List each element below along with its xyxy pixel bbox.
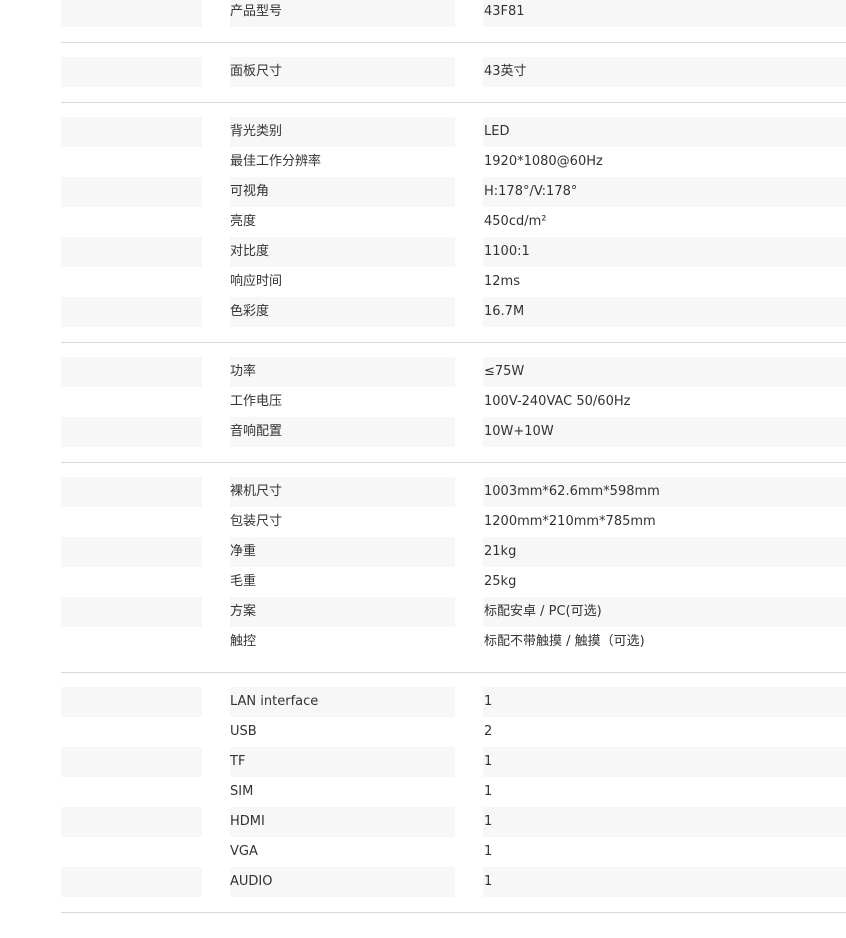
spec-value: 1 xyxy=(484,814,493,829)
row-stripe xyxy=(483,0,846,27)
row-stripe xyxy=(483,747,846,777)
spec-value: 43英寸 xyxy=(484,64,527,79)
row-stripe xyxy=(483,117,846,147)
spec-name: VGA xyxy=(230,844,258,859)
spec-name: 色彩度 xyxy=(230,304,270,319)
group-divider xyxy=(61,672,846,673)
spec-value: 43F81 xyxy=(484,4,525,19)
row-stripe xyxy=(230,597,455,627)
row-stripe xyxy=(61,747,202,777)
row-stripe xyxy=(230,537,455,567)
spec-value: 450cd/m² xyxy=(484,214,547,229)
row-stripe xyxy=(483,807,846,837)
group-divider xyxy=(61,102,846,103)
row-stripe xyxy=(483,357,846,387)
spec-value: 1 xyxy=(484,874,493,889)
spec-value: LED xyxy=(484,124,510,139)
row-stripe xyxy=(61,237,202,267)
row-stripe xyxy=(483,687,846,717)
spec-name: 对比度 xyxy=(230,244,270,259)
row-stripe xyxy=(483,867,846,897)
spec-name: HDMI xyxy=(230,814,265,829)
row-stripe xyxy=(61,177,202,207)
spec-value: 1 xyxy=(484,844,493,859)
spec-name: 触控 xyxy=(230,634,257,649)
row-stripe xyxy=(61,807,202,837)
spec-value: 1200mm*210mm*785mm xyxy=(484,514,656,529)
row-stripe xyxy=(483,537,846,567)
row-stripe xyxy=(483,237,846,267)
row-stripe xyxy=(61,597,202,627)
spec-name: 裸机尺寸 xyxy=(230,484,283,499)
row-stripe xyxy=(61,117,202,147)
spec-name: LAN interface xyxy=(230,694,319,709)
row-stripe xyxy=(61,57,202,87)
spec-name: 音响配置 xyxy=(230,424,283,439)
spec-name: SIM xyxy=(230,784,254,799)
row-stripe xyxy=(61,357,202,387)
row-stripe xyxy=(61,0,202,27)
row-stripe xyxy=(61,867,202,897)
row-stripe xyxy=(230,747,455,777)
spec-value: 12ms xyxy=(484,274,520,289)
group-divider xyxy=(61,42,846,43)
spec-value: 21kg xyxy=(484,544,517,559)
group-divider xyxy=(61,342,846,343)
row-stripe xyxy=(483,57,846,87)
spec-name: 面板尺寸 xyxy=(230,64,283,79)
spec-value: 1 xyxy=(484,784,493,799)
spec-name: 毛重 xyxy=(230,574,257,589)
spec-name: 工作电压 xyxy=(230,394,283,409)
row-stripe xyxy=(61,417,202,447)
spec-value: H:178°/V:178° xyxy=(484,184,578,199)
spec-name: 产品型号 xyxy=(230,4,283,19)
spec-name: 方案 xyxy=(230,604,257,619)
row-stripe xyxy=(61,537,202,567)
spec-name: 背光类别 xyxy=(230,124,283,139)
spec-value: 1100:1 xyxy=(484,244,530,259)
spec-value: 1003mm*62.6mm*598mm xyxy=(484,484,660,499)
spec-name: AUDIO xyxy=(230,874,273,889)
spec-name: 净重 xyxy=(230,544,257,559)
row-stripe xyxy=(61,687,202,717)
spec-value: 16.7M xyxy=(484,304,525,319)
group-divider xyxy=(61,462,846,463)
spec-value: 标配安卓 / PC(可选) xyxy=(484,604,602,619)
spec-name: 可视角 xyxy=(230,184,270,199)
spec-name: TF xyxy=(230,754,246,769)
spec-value: 1 xyxy=(484,694,493,709)
row-stripe xyxy=(61,477,202,507)
spec-value: 100V-240VAC 50/60Hz xyxy=(484,394,631,409)
spec-value: 2 xyxy=(484,724,493,739)
spec-value: 1920*1080@60Hz xyxy=(484,154,603,169)
spec-name: 最佳工作分辨率 xyxy=(230,154,322,169)
row-stripe xyxy=(230,357,455,387)
spec-value: 10W+10W xyxy=(484,424,554,439)
spec-name: 亮度 xyxy=(230,214,257,229)
group-divider xyxy=(61,912,846,913)
row-stripe xyxy=(483,297,846,327)
spec-value: 1 xyxy=(484,754,493,769)
spec-table: 产品型号43F81面板尺寸43英寸显示背光类别LED最佳工作分辨率1920*10… xyxy=(0,0,846,938)
spec-name: USB xyxy=(230,724,257,739)
spec-name: 包装尺寸 xyxy=(230,514,283,529)
spec-value: 标配不带触摸 / 触摸（可选) xyxy=(484,634,645,649)
row-stripe xyxy=(61,297,202,327)
spec-name: 响应时间 xyxy=(230,274,283,289)
spec-value: 25kg xyxy=(484,574,517,589)
spec-name: 功率 xyxy=(230,364,257,379)
spec-value: ≤75W xyxy=(484,364,525,379)
